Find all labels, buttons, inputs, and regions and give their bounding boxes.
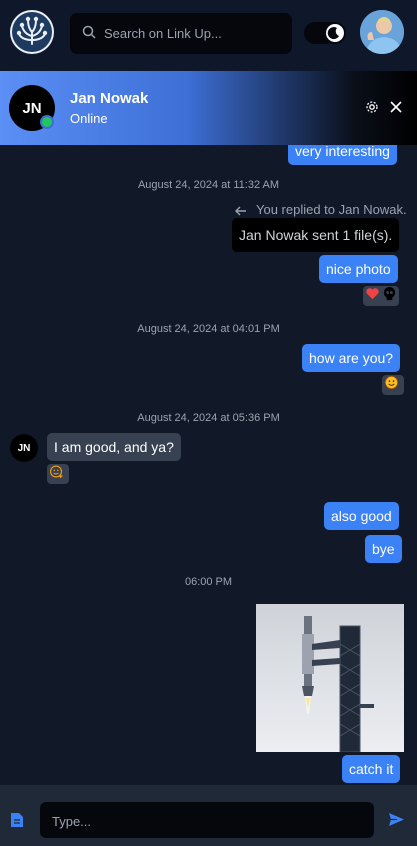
send-icon[interactable] (388, 812, 405, 832)
smile-emoji-icon (384, 375, 399, 395)
close-icon[interactable] (389, 100, 403, 119)
message-image-attachment[interactable] (256, 604, 404, 752)
file-attach-icon[interactable] (10, 812, 24, 833)
contact-status: Online (70, 111, 108, 126)
message-timestamp: August 24, 2024 at 05:36 PM (137, 412, 280, 424)
message-bubble-outgoing[interactable]: catch it (342, 755, 401, 783)
search-bar[interactable]: Search on Link Up... (70, 13, 292, 54)
add-emoji-icon (49, 464, 64, 484)
message-bubble-incoming[interactable]: I am good, and ya? (47, 433, 181, 461)
heart-icon (365, 286, 380, 306)
theme-toggle[interactable] (304, 22, 346, 44)
link-up-logo-icon[interactable] (10, 10, 54, 54)
replied-message-preview[interactable]: Jan Nowak sent 1 file(s). (232, 218, 400, 252)
reply-note: You replied to Jan Nowak. (256, 202, 407, 217)
message-input[interactable]: Type... (40, 802, 374, 838)
message-bubble-outgoing[interactable]: also good (324, 502, 399, 530)
message-bubble-outgoing[interactable]: how are you? (302, 344, 401, 372)
search-icon (82, 25, 96, 44)
message-bubble-outgoing[interactable]: bye (365, 535, 402, 563)
message-reactions[interactable] (382, 375, 404, 395)
message-list[interactable]: very interesting August 24, 2024 at 11:3… (0, 145, 417, 785)
message-bubble-outgoing[interactable]: very interesting (288, 145, 397, 165)
message-timestamp: August 24, 2024 at 11:32 AM (137, 179, 280, 191)
chat-header: JN Jan Nowak Online (0, 71, 417, 145)
search-input[interactable]: Search on Link Up... (104, 26, 222, 41)
online-status-dot (40, 115, 54, 129)
message-bubble-outgoing[interactable]: nice photo (319, 255, 398, 283)
message-timestamp: August 24, 2024 at 04:01 PM (137, 323, 280, 335)
contact-name[interactable]: Jan Nowak (70, 90, 148, 107)
message-reactions[interactable] (363, 286, 399, 306)
skull-icon (382, 286, 397, 306)
add-reaction-button[interactable] (47, 464, 69, 484)
message-input-placeholder: Type... (52, 814, 92, 829)
user-avatar[interactable] (360, 10, 404, 54)
top-bar: Search on Link Up... (0, 0, 417, 71)
contact-avatar-small[interactable]: JN (10, 434, 38, 462)
gear-icon[interactable] (365, 100, 379, 119)
moon-icon (327, 26, 341, 45)
message-timestamp: 06:00 PM (184, 576, 233, 588)
